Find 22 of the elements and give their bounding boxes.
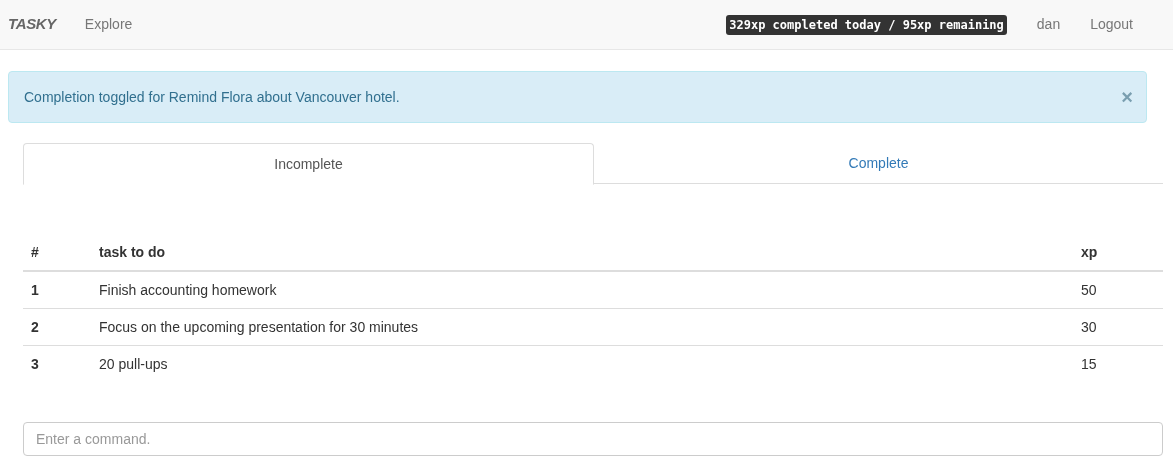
column-header: # — [30, 242, 40, 262]
table-cell-text: Focus on the upcoming presentation for 30 minutes — [99, 317, 420, 337]
table-cell-text: 3 — [30, 355, 40, 374]
user-link[interactable]: dan — [1036, 14, 1061, 35]
command-field[interactable]: Enter a command. — [23, 422, 1163, 456]
nav-link[interactable]: Explore — [84, 14, 133, 35]
table-cell-text: 2 — [30, 317, 40, 337]
table-cell-text: 30 — [1080, 317, 1098, 337]
logout-link[interactable]: Logout — [1090, 14, 1133, 35]
column-header: task to do — [99, 242, 167, 262]
table-cell-text: Finish accounting homework — [99, 280, 278, 300]
table-cell-text: 50 — [1080, 280, 1098, 300]
brand-logo[interactable]: TASKY — [8, 13, 56, 36]
table-cell-text: 15 — [1080, 355, 1098, 374]
close-button[interactable]: × — [1121, 87, 1133, 107]
xp-badge: 329xp completed today / 95xp remaining — [726, 14, 1007, 35]
column-header: xp — [1080, 242, 1099, 262]
tab[interactable]: Complete — [594, 143, 1163, 184]
alert-message: Completion toggled for Remind Flora about Vancouver hotel. — [24, 87, 401, 107]
tab[interactable]: Incomplete — [23, 143, 594, 185]
table-cell-text: 1 — [30, 280, 40, 300]
table-cell-text: 20 pull-ups — [99, 355, 169, 374]
